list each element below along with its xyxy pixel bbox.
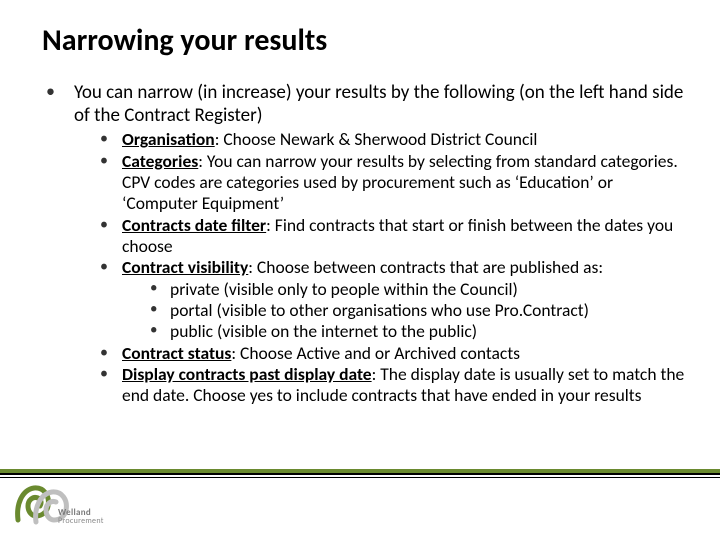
intro-item: You can narrow (in increase) your result… (42, 81, 688, 407)
logo-text: Welland Procurement (58, 508, 104, 525)
visibility-text: : Choose between contracts that are publ… (248, 256, 603, 278)
item-visibility: Contract visibility: Choose between cont… (96, 257, 688, 342)
main-list: You can narrow (in increase) your result… (42, 81, 688, 407)
status-text: : Choose Active and or Archived contacts (231, 342, 520, 364)
categories-text: : You can narrow your results by selecti… (122, 150, 678, 215)
item-categories: Categories: You can narrow your results … (96, 151, 688, 215)
item-past-display: Display contracts past display date: The… (96, 364, 688, 407)
status-label: Contract status (122, 342, 231, 364)
item-status: Contract status: Choose Active and or Ar… (96, 343, 688, 364)
item-date-filter: Contracts date filter: Find contracts th… (96, 215, 688, 258)
date-filter-label: Contracts date filter (122, 214, 266, 236)
visibility-label: Contract visibility (122, 256, 248, 278)
past-display-label: Display contracts past display date (122, 363, 372, 385)
options-list: Organisation: Choose Newark & Sherwood D… (74, 129, 688, 406)
intro-text: You can narrow (in increase) your result… (74, 81, 683, 127)
organisation-text: : Choose Newark & Sherwood District Coun… (215, 128, 538, 150)
visibility-portal: portal (visible to other organisations w… (146, 300, 688, 321)
logo-line2: Procurement (58, 517, 104, 525)
slide-footer: Welland Procurement (0, 469, 720, 540)
organisation-label: Organisation (122, 128, 215, 150)
visibility-private: private (visible only to people within t… (146, 279, 688, 300)
visibility-sublist: private (visible only to people within t… (122, 279, 688, 343)
categories-label: Categories (122, 150, 198, 172)
footer-black-line (0, 473, 720, 475)
slide-title: Narrowing your results (42, 22, 688, 59)
visibility-public: public (visible on the internet to the p… (146, 321, 688, 342)
logo-area: Welland Procurement (0, 478, 720, 540)
item-organisation: Organisation: Choose Newark & Sherwood D… (96, 129, 688, 150)
